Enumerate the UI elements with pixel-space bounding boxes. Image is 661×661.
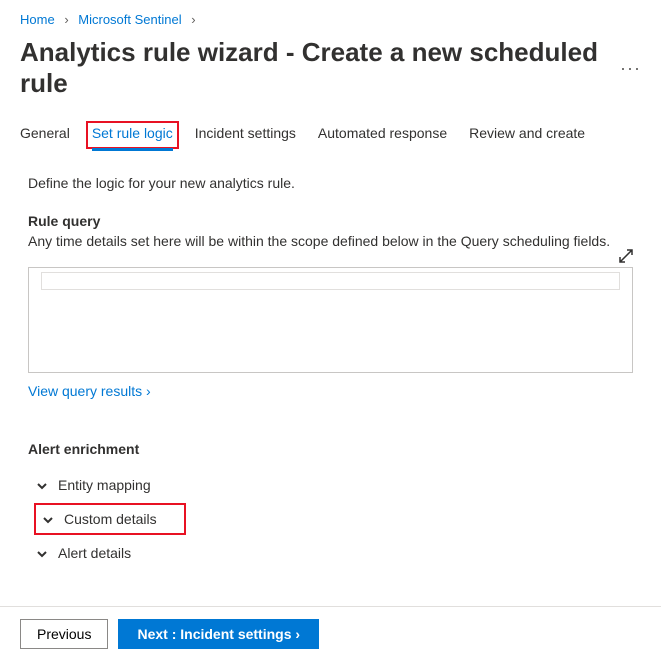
view-query-results-link[interactable]: View query results › [28, 383, 151, 399]
breadcrumb: Home › Microsoft Sentinel › [20, 12, 641, 27]
previous-button[interactable]: Previous [20, 619, 108, 649]
chevron-down-icon [36, 547, 48, 559]
page-title: Analytics rule wizard - Create a new sch… [20, 37, 606, 99]
rule-query-subtext: Any time details set here will be within… [28, 233, 633, 249]
intro-text: Define the logic for your new analytics … [28, 175, 633, 191]
wizard-tabs: General Set rule logic Incident settings… [0, 119, 661, 151]
highlight-set-rule-logic: Set rule logic [86, 121, 179, 149]
tab-set-rule-logic[interactable]: Set rule logic [92, 119, 173, 151]
tab-review-create[interactable]: Review and create [469, 119, 585, 151]
accordion-alert-details[interactable]: Alert details [36, 539, 633, 567]
alert-enrichment-heading: Alert enrichment [28, 441, 633, 457]
tab-general[interactable]: General [20, 119, 70, 151]
tab-automated-response[interactable]: Automated response [318, 119, 447, 151]
accordion-label: Custom details [64, 511, 157, 527]
accordion-custom-details[interactable]: Custom details [34, 503, 186, 535]
query-editor[interactable] [28, 267, 633, 373]
breadcrumb-home[interactable]: Home [20, 12, 55, 27]
breadcrumb-sep: › [64, 12, 68, 27]
breadcrumb-sep: › [191, 12, 195, 27]
next-button[interactable]: Next : Incident settings › [118, 619, 319, 649]
expand-icon[interactable] [619, 249, 633, 263]
more-actions-button[interactable]: ··· [620, 58, 641, 79]
tab-incident-settings[interactable]: Incident settings [195, 119, 296, 151]
rule-query-heading: Rule query [28, 213, 633, 229]
chevron-down-icon [36, 479, 48, 491]
wizard-footer: Previous Next : Incident settings › [0, 606, 661, 661]
query-editor-line[interactable] [41, 272, 620, 290]
breadcrumb-sentinel[interactable]: Microsoft Sentinel [78, 12, 181, 27]
accordion-entity-mapping[interactable]: Entity mapping [36, 471, 633, 499]
chevron-down-icon [42, 513, 54, 525]
accordion-label: Alert details [58, 545, 131, 561]
accordion-label: Entity mapping [58, 477, 151, 493]
